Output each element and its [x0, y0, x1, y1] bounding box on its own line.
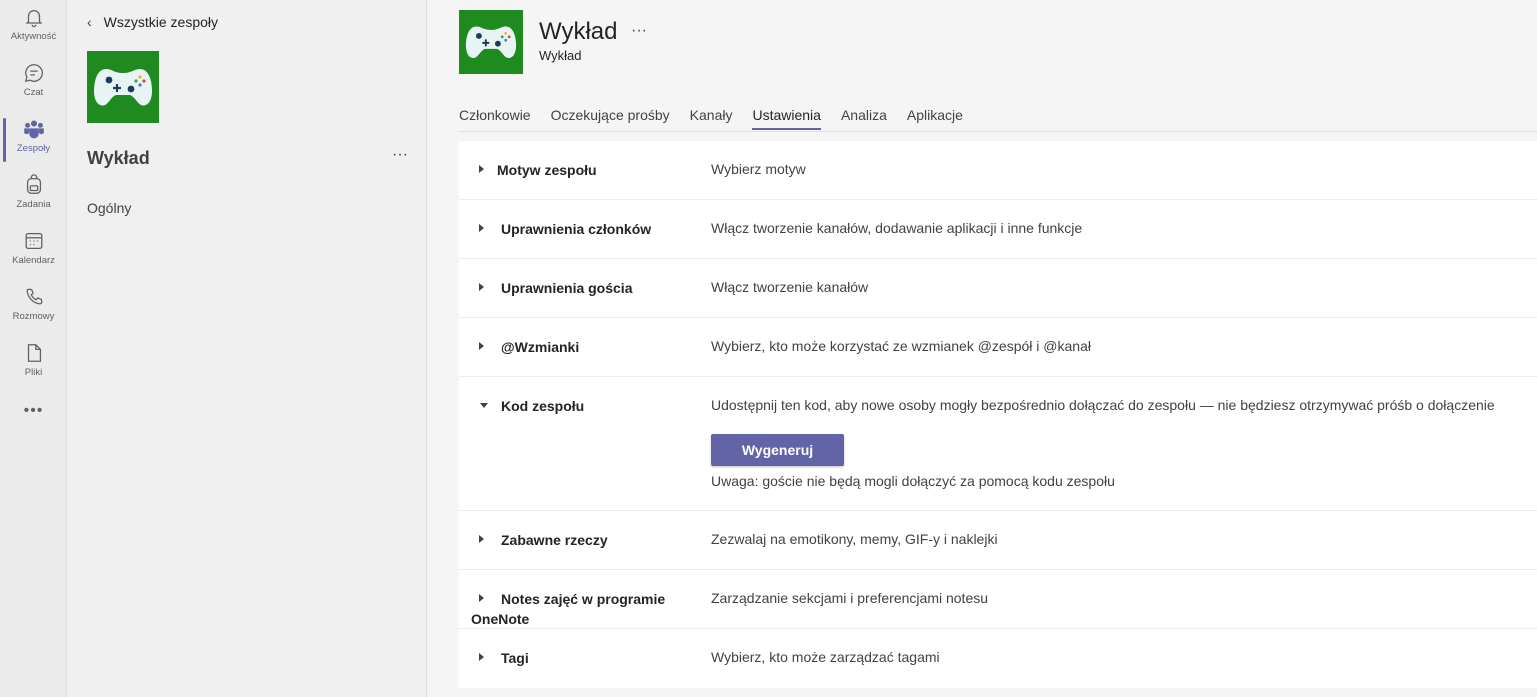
rail-label: Aktywność: [10, 31, 57, 42]
chevron-left-icon: ‹: [87, 14, 92, 30]
page-title: Wykład: [539, 18, 618, 45]
generate-code-button[interactable]: Wygeneruj: [711, 434, 844, 466]
team-sidebar: ‹ Wszystkie zespoły Wykład ··· Ogólny: [67, 0, 427, 697]
more-apps-icon[interactable]: •••: [0, 402, 67, 420]
setting-name[interactable]: Kod zespołu: [501, 396, 701, 416]
setting-description: Wybierz, kto może korzystać ze wzmianek …: [711, 338, 1091, 354]
setting-row: Motyw zespołu Wybierz motyw: [459, 141, 1537, 200]
setting-description: Udostępnij ten kod, aby nowe osoby mogły…: [711, 397, 1495, 413]
setting-row: Tagi Wybierz, kto może zarządzać tagami: [459, 629, 1537, 688]
setting-description: Włącz tworzenie kanałów: [711, 279, 869, 295]
setting-row: Notes zajęć w programie OneNote Zarządza…: [459, 570, 1537, 629]
main-panel: Wykład ··· Wykład Członkowie Oczekujące …: [428, 0, 1537, 697]
tab-divider: [459, 131, 1537, 132]
rail-item-assignments[interactable]: Zadania: [0, 170, 67, 222]
bell-icon: [25, 10, 42, 28]
tab-channels[interactable]: Kanały: [690, 107, 733, 130]
rail-label: Zadania: [16, 199, 51, 210]
app-rail: Aktywność Czat Zespoły Zadania Kalendarz…: [0, 0, 67, 697]
back-to-teams-link[interactable]: ‹ Wszystkie zespoły: [87, 14, 218, 30]
calendar-icon: [25, 233, 42, 249]
team-more-icon[interactable]: ···: [392, 146, 408, 164]
rail-item-calls[interactable]: Rozmowy: [0, 282, 67, 334]
chevron-right-icon[interactable]: [479, 653, 484, 661]
setting-note: Uwaga: goście nie będą mogli dołączyć za…: [711, 473, 1115, 489]
tab-pending-requests[interactable]: Oczekujące prośby: [551, 107, 670, 130]
chevron-right-icon[interactable]: [479, 224, 484, 232]
setting-description: Wybierz motyw: [711, 161, 806, 177]
tab-members[interactable]: Członkowie: [459, 107, 531, 130]
tab-bar: Członkowie Oczekujące prośby Kanały Usta…: [459, 107, 983, 130]
chevron-right-icon[interactable]: [479, 165, 484, 173]
setting-description: Włącz tworzenie kanałów, dodawanie aplik…: [711, 220, 1083, 236]
rail-label: Czat: [23, 87, 44, 98]
setting-name[interactable]: @Wzmianki: [501, 337, 701, 357]
teams-icon: [23, 120, 44, 139]
chevron-right-icon[interactable]: [479, 283, 484, 291]
rail-item-chat[interactable]: Czat: [0, 58, 67, 110]
team-avatar: [459, 10, 523, 74]
rail-item-activity[interactable]: Aktywność: [0, 2, 67, 54]
setting-name[interactable]: Uprawnienia członków: [501, 219, 701, 239]
tab-settings[interactable]: Ustawienia: [752, 107, 821, 130]
tab-analytics[interactable]: Analiza: [841, 107, 887, 130]
setting-name[interactable]: Uprawnienia gościa: [501, 278, 701, 298]
team-avatar: [87, 51, 159, 123]
phone-icon: [25, 288, 42, 305]
backpack-icon: [26, 174, 41, 194]
setting-description: Zezwalaj na emotikony, memy, GIF-y i nak…: [711, 531, 998, 547]
setting-description: Wybierz, kto może zarządzać tagami: [711, 649, 940, 665]
setting-name[interactable]: Zabawne rzeczy: [501, 530, 701, 550]
setting-description: Zarządzanie sekcjami i preferencjami not…: [711, 590, 989, 606]
gamepad-icon: [465, 26, 517, 58]
rail-item-teams[interactable]: Zespoły: [0, 114, 67, 166]
channel-item[interactable]: Ogólny: [87, 200, 131, 216]
setting-row: @Wzmianki Wybierz, kto może korzystać ze…: [459, 318, 1537, 377]
back-label: Wszystkie zespoły: [103, 14, 219, 30]
chevron-right-icon[interactable]: [479, 342, 484, 350]
setting-row: Uprawnienia gościa Włącz tworzenie kanał…: [459, 259, 1537, 318]
setting-row: Uprawnienia członków Włącz tworzenie kan…: [459, 200, 1537, 259]
settings-list: Motyw zespołu Wybierz motyw Uprawnienia …: [459, 141, 1537, 688]
setting-name[interactable]: Notes zajęć w programie OneNote: [471, 589, 691, 629]
setting-row: Zabawne rzeczy Zezwalaj na emotikony, me…: [459, 511, 1537, 570]
rail-label: Kalendarz: [12, 255, 55, 266]
page-subtitle: Wykład: [539, 48, 582, 63]
setting-name[interactable]: Motyw zespołu: [497, 160, 697, 180]
rail-label: Pliki: [24, 367, 43, 378]
team-name: Wykład: [87, 148, 150, 168]
rail-label: Zespoły: [16, 143, 51, 154]
chat-icon: [24, 64, 43, 83]
chevron-right-icon[interactable]: [479, 535, 484, 543]
chevron-down-icon[interactable]: [480, 403, 488, 408]
rail-item-files[interactable]: Pliki: [0, 338, 67, 390]
setting-row-team-code: Kod zespołu Udostępnij ten kod, aby nowe…: [459, 377, 1537, 511]
tab-apps[interactable]: Aplikacje: [907, 107, 963, 130]
team-more-icon[interactable]: ···: [631, 22, 647, 40]
file-icon: [27, 344, 41, 362]
gamepad-icon: [94, 69, 152, 106]
setting-name[interactable]: Tagi: [501, 648, 701, 668]
rail-item-calendar[interactable]: Kalendarz: [0, 226, 67, 278]
rail-label: Rozmowy: [12, 311, 55, 322]
